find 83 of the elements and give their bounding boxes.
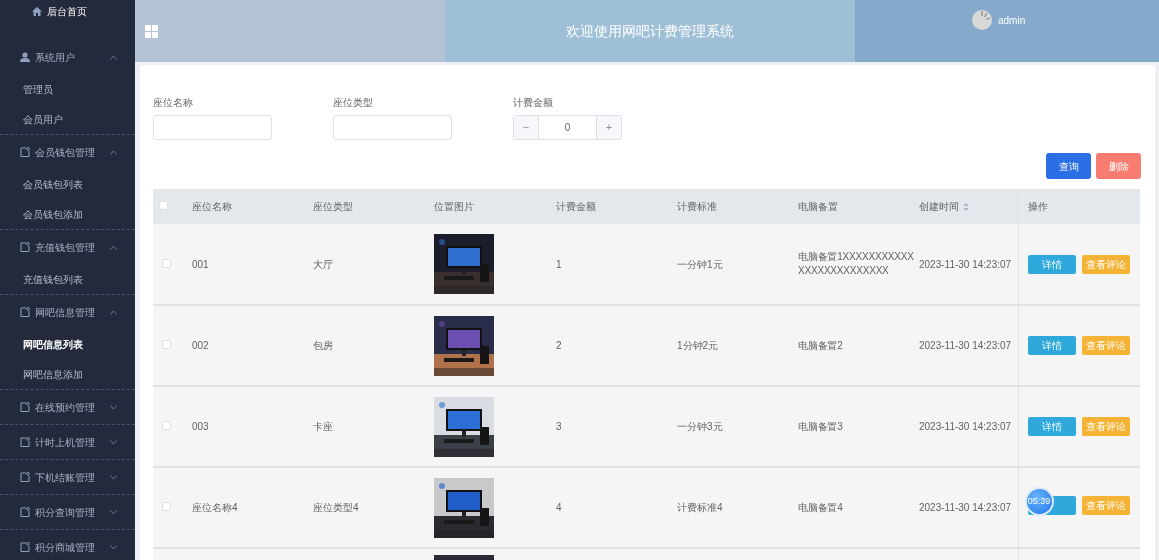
chevron-icon (110, 509, 117, 515)
chevron-icon (110, 404, 117, 410)
avatar-icon[interactable] (972, 10, 992, 30)
table-cell: 一分钟3元 (677, 421, 723, 432)
chevron-icon (110, 544, 117, 550)
table-cell-text: 电脑备置1XXXXXXXXXXXXXXXXXXXXXXXXX (798, 249, 914, 278)
menu-group[interactable]: 网吧信息管理 (0, 295, 135, 329)
note-icon (20, 437, 30, 447)
user-icon (20, 52, 30, 62)
table-cell: 2023-11-30 14:23:07 (919, 421, 1012, 432)
table-cell: 卡座 (313, 421, 333, 432)
chevron-icon (110, 54, 117, 60)
table-cell: 计费标准4 (677, 502, 723, 513)
menu-group[interactable]: 充值钱包管理 (0, 230, 135, 264)
table-cell: 座位名称4 (192, 502, 238, 513)
table-cell: 2023-11-30 14:23:07 (919, 502, 1012, 513)
menu-item[interactable]: 会员用户 (0, 104, 135, 134)
menu-item[interactable]: 会员钱包列表 (0, 169, 135, 199)
menu-item[interactable]: 充值钱包列表 (0, 264, 135, 294)
table-cell: 一分钟1元 (677, 258, 723, 270)
note-icon (20, 542, 30, 552)
note-icon (20, 402, 30, 412)
menu-item[interactable]: 管理员 (0, 74, 135, 104)
checkbox[interactable] (159, 201, 168, 210)
home-icon (32, 6, 42, 16)
menu-group[interactable]: 计时上机管理 (0, 425, 135, 459)
column-header: 座位名称 (192, 201, 232, 212)
field-label: 计费金额 (513, 96, 554, 110)
note-icon (20, 307, 30, 317)
column-header: 操作 (1027, 201, 1048, 212)
column-header: 电脑备置 (798, 201, 838, 212)
checkbox[interactable] (162, 258, 171, 268)
table-cell: 2023-11-30 14:23:07 (919, 340, 1012, 351)
checkbox[interactable] (162, 340, 171, 349)
page-title: 欢迎使用网吧计费管理系统 (566, 21, 734, 41)
column-header: 计费标准 (677, 201, 717, 212)
note-icon (20, 242, 30, 252)
table-cell: 1 (556, 258, 562, 270)
note-icon (20, 472, 30, 482)
menu-group[interactable]: 会员钱包管理 (0, 135, 135, 169)
table-cell: 1分钟2元 (677, 340, 719, 351)
column-header: 位置图片 (434, 201, 474, 212)
checkbox[interactable] (162, 421, 171, 430)
sort-icon[interactable] (963, 203, 969, 212)
chevron-icon (110, 474, 117, 480)
menu-item[interactable]: 网吧信息添加 (0, 359, 135, 389)
table-cell: 002 (192, 340, 209, 351)
home-link[interactable]: 后台首页 (0, 0, 135, 22)
chevron-icon (110, 244, 117, 250)
menu-group[interactable]: 积分查询管理 (0, 495, 135, 529)
note-icon (20, 147, 30, 157)
table-cell: 3 (556, 421, 562, 432)
menu-group[interactable]: 在线预约管理 (0, 390, 135, 424)
table-cell-text: 电脑备置2 (798, 338, 844, 353)
column-header[interactable]: 创建时间 (919, 201, 959, 212)
table-cell: 003 (192, 421, 209, 432)
column-header: 座位类型 (313, 201, 353, 212)
menu-item[interactable]: 网吧信息列表 (0, 329, 135, 359)
menu-group[interactable]: 积分商城管理 (0, 530, 135, 560)
menu-group[interactable]: 系统用户 (0, 40, 135, 74)
note-icon (20, 507, 30, 517)
search-button[interactable]: 查询 (1046, 153, 1091, 179)
table-cell: 2023-11-30 14:23:07 (919, 258, 1012, 270)
checkbox[interactable] (162, 502, 171, 511)
table-cell: 4 (556, 502, 562, 513)
column-header: 计费金额 (556, 201, 596, 212)
chevron-icon (110, 149, 117, 155)
table-cell: 座位类型4 (313, 502, 359, 513)
input-field[interactable] (333, 115, 452, 140)
chevron-icon (110, 439, 117, 445)
table-cell: 2 (556, 340, 562, 351)
chevron-icon (110, 309, 117, 315)
table-cell: 大厅 (313, 258, 333, 270)
grid-icon[interactable] (145, 24, 158, 38)
field-label: 座位类型 (333, 96, 374, 110)
menu-group[interactable]: 下机结账管理 (0, 460, 135, 494)
field-label: 座位名称 (153, 96, 194, 110)
input-field[interactable] (153, 115, 272, 140)
table-cell: 包房 (313, 340, 333, 351)
table-cell-text: 电脑备置3 (798, 419, 844, 434)
table-cell-text: 电脑备置4 (798, 500, 844, 515)
menu-item[interactable]: 会员钱包添加 (0, 199, 135, 229)
table-cell: 001 (192, 258, 209, 270)
